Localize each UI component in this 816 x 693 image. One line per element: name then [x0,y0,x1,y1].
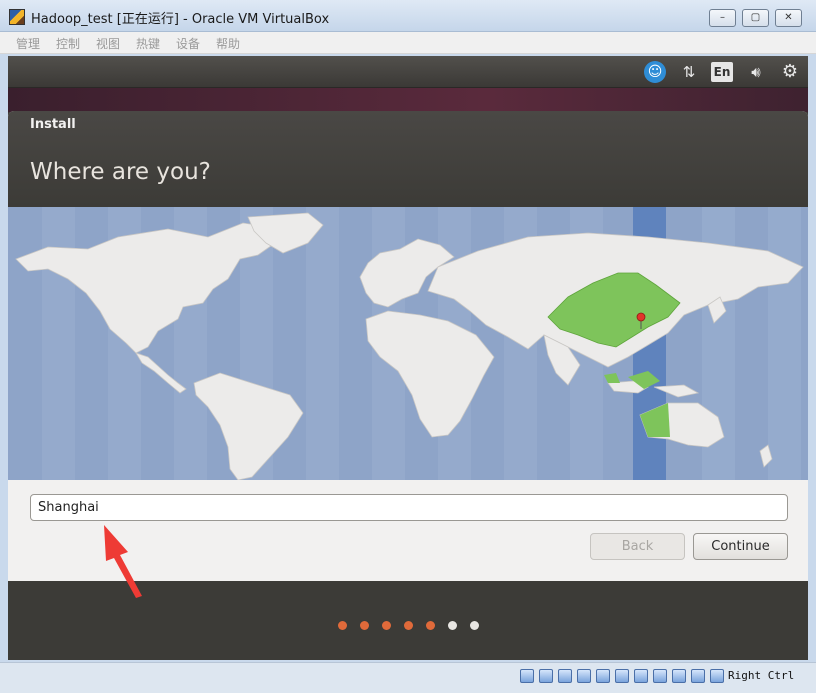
back-button[interactable]: Back [590,533,685,560]
network-arrows-icon[interactable]: ⇅ [678,62,700,82]
progress-dot [382,621,391,630]
maximize-button[interactable]: ▢ [742,9,769,27]
location-input[interactable] [30,494,788,521]
optical-drive-icon[interactable] [539,669,553,683]
desktop-wallpaper [8,88,808,112]
host-key-label: Right Ctrl [728,669,795,682]
menu-item-help[interactable]: 帮助 [216,35,240,52]
continue-button[interactable]: Continue [693,533,788,560]
timezone-map[interactable] [8,207,808,480]
progress-dot [338,621,347,630]
menubar: 管理 控制 视图 热键 设备 帮助 [0,32,816,54]
gear-icon[interactable]: ⚙ [779,62,801,82]
mouse-integration-icon[interactable] [691,669,705,683]
menu-item-hotkeys[interactable]: 热键 [136,35,160,52]
installer-header: Install Where are you? [8,111,808,207]
minimize-button[interactable]: – [709,9,736,27]
network-icon[interactable] [577,669,591,683]
progress-dot [360,621,369,630]
menu-item-control[interactable]: 控制 [56,35,80,52]
window-titlebar[interactable]: Hadoop_test [正在运行] - Oracle VM VirtualBo… [0,0,816,32]
guest-top-panel: ☺ ⇅ En 🔊︎ ⚙ [8,56,808,88]
menu-item-manage[interactable]: 管理 [16,35,40,52]
menu-item-view[interactable]: 视图 [96,35,120,52]
installer-header-label: Install [30,117,76,132]
keyboard-language-indicator[interactable]: En [711,62,733,82]
installer-dialog: Install Where are you? Shanghai Back Con… [8,111,808,581]
window-title: Hadoop_test [正在运行] - Oracle VM VirtualBo… [31,12,330,27]
keyboard-capture-icon[interactable] [710,669,724,683]
guest-screen: ☺ ⇅ En 🔊︎ ⚙ Install Where are you? Shang… [8,56,808,660]
progress-dot [448,621,457,630]
vm-statusbar: Right Ctrl [0,662,816,693]
hard-disk-icon[interactable] [520,669,534,683]
installer-footer [8,581,808,660]
menu-item-devices[interactable]: 设备 [176,35,200,52]
virtualization-icon[interactable] [672,669,686,683]
progress-dot [470,621,479,630]
progress-dot [426,621,435,630]
world-map-graphic[interactable] [8,207,808,480]
close-button[interactable]: ✕ [775,9,802,27]
accessibility-icon[interactable]: ☺ [644,61,666,83]
recording-icon[interactable] [653,669,667,683]
usb-icon[interactable] [596,669,610,683]
audio-icon[interactable] [558,669,572,683]
display-icon[interactable] [634,669,648,683]
volume-icon[interactable]: 🔊︎ [744,62,768,82]
progress-dot [404,621,413,630]
page-title: Where are you? [30,159,211,185]
shared-folder-icon[interactable] [615,669,629,683]
virtualbox-icon [9,9,25,25]
